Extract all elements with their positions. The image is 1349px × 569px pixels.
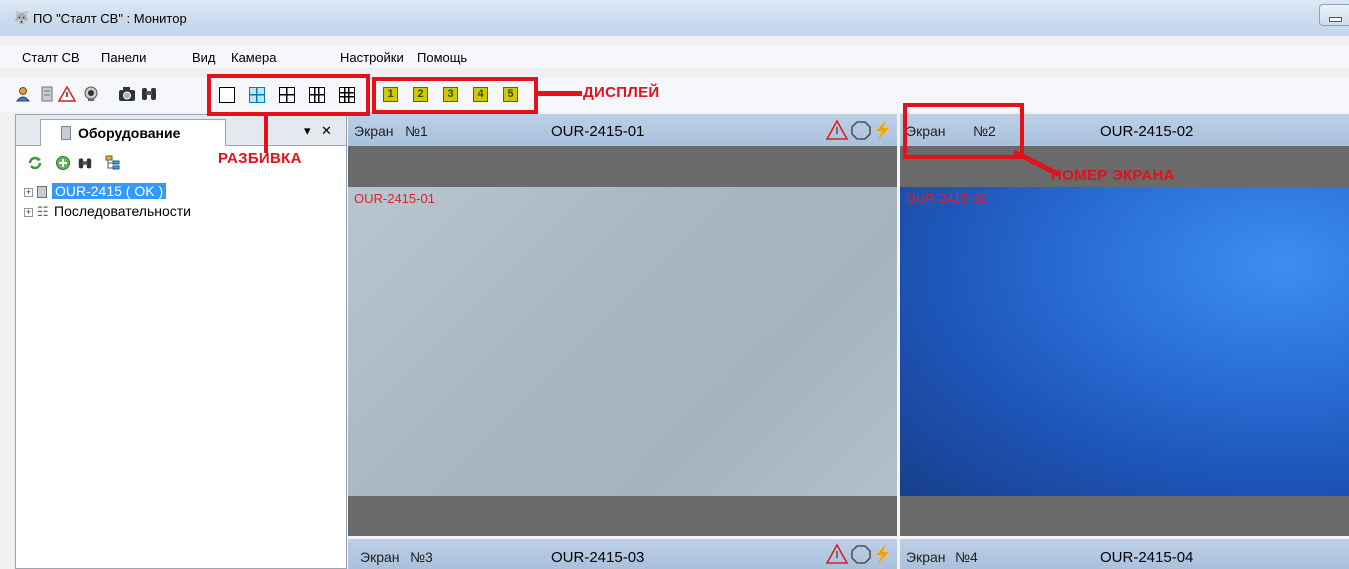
hierarchy-icon[interactable] [104, 154, 122, 172]
screen-1-header: Экран №1 OUR-2415-01 [348, 114, 897, 146]
screen-3-label: Экран [360, 549, 400, 565]
menu-settings[interactable]: Настройки [340, 50, 404, 65]
video-grid: Экран №1 OUR-2415-01 OUR-2415-01 Экран №… [348, 114, 1349, 569]
screen-2-overlay: OUR-2415-02 [906, 191, 987, 206]
split-pointer-line [264, 116, 268, 153]
screen-number-highlight-box [903, 103, 1024, 159]
database-icon [61, 126, 71, 140]
display-pointer-line [538, 91, 582, 96]
menu-view[interactable]: Вид [192, 50, 216, 65]
search-binoculars-icon[interactable] [76, 154, 94, 172]
split-annotation: РАЗБИВКА [218, 150, 302, 167]
toolbar: 1 2 3 4 5 [0, 78, 1349, 112]
device-icon [37, 186, 47, 198]
binoculars-icon[interactable] [140, 85, 158, 103]
screen-number-annotation: НОМЕР ЭКРАНА [1051, 167, 1175, 184]
screen-4-camera-name: OUR-2415-04 [1100, 549, 1194, 566]
screen-1-camera-name: OUR-2415-01 [551, 123, 645, 140]
window-title: ПО "Сталт СВ" : Монитор [33, 11, 187, 26]
split-highlight-box [207, 74, 370, 116]
menu-help[interactable]: Помощь [417, 50, 467, 65]
menu-bar: Сталт СВ Панели Вид Камера Настройки Пом… [0, 46, 1349, 68]
camera-settings-icon[interactable] [118, 85, 136, 103]
screen-4-header: Экран №4 OUR-2415-04 [900, 539, 1349, 569]
screen-4[interactable]: Экран №4 OUR-2415-04 [900, 539, 1349, 569]
screen-2-camera-name: OUR-2415-02 [1100, 123, 1194, 140]
menu-stalt[interactable]: Сталт СВ [22, 50, 80, 65]
title-bar: 🐺 ПО "Сталт СВ" : Монитор [0, 0, 1349, 36]
screen-3-number: №3 [410, 549, 433, 565]
screen-1-video[interactable]: OUR-2415-01 [348, 187, 897, 496]
display-annotation: ДИСПЛЕЙ [583, 84, 660, 101]
menu-camera[interactable]: Камера [231, 50, 276, 65]
screen-3[interactable]: Экран №3 OUR-2415-03 [348, 539, 897, 569]
tree-item-sequences-label: Последовательности [54, 203, 191, 219]
app-icon: 🐺 [14, 11, 29, 25]
tree-item-device-label: OUR-2415 ( OK ) [52, 183, 167, 199]
tab-equipment-label: Оборудование [78, 125, 181, 141]
panel-menu-icon[interactable]: ▾ [304, 123, 311, 139]
screen-2-video[interactable]: OUR-2415-02 [900, 187, 1349, 496]
menu-panels[interactable]: Панели [101, 50, 146, 65]
expand-icon[interactable]: + [24, 208, 33, 217]
vertical-divider[interactable] [897, 114, 900, 569]
equipment-panel: Оборудование ▾ ✕ + OUR-2415 ( OK ) + ☷ П… [15, 114, 347, 569]
user-icon[interactable] [14, 85, 32, 103]
warning-icon[interactable] [58, 85, 76, 103]
expand-icon[interactable]: + [24, 188, 33, 197]
screen-3-status-icons [825, 543, 894, 565]
panel-close-icon[interactable]: ✕ [321, 123, 332, 139]
webcam-icon[interactable] [82, 85, 100, 103]
tab-equipment[interactable]: Оборудование [40, 119, 226, 146]
screen-4-number: №4 [955, 549, 978, 565]
screen-1[interactable]: Экран №1 OUR-2415-01 OUR-2415-01 [348, 114, 897, 569]
add-icon[interactable] [54, 154, 72, 172]
minimize-button[interactable] [1319, 4, 1349, 26]
list-icon: ☷ [37, 204, 49, 219]
screen-1-overlay: OUR-2415-01 [354, 191, 435, 206]
screen-1-status-icons [825, 119, 894, 141]
screen-3-camera-name: OUR-2415-03 [551, 549, 645, 566]
screen-4-label: Экран [906, 549, 946, 565]
screen-1-number: №1 [405, 123, 428, 139]
display-highlight-box [372, 77, 538, 114]
refresh-icon[interactable] [26, 154, 44, 172]
server-icon[interactable] [38, 85, 56, 103]
screen-3-header: Экран №3 OUR-2415-03 [348, 539, 897, 569]
screen-1-label: Экран [354, 123, 394, 139]
panel-tab-bar: Оборудование ▾ ✕ [16, 115, 346, 146]
